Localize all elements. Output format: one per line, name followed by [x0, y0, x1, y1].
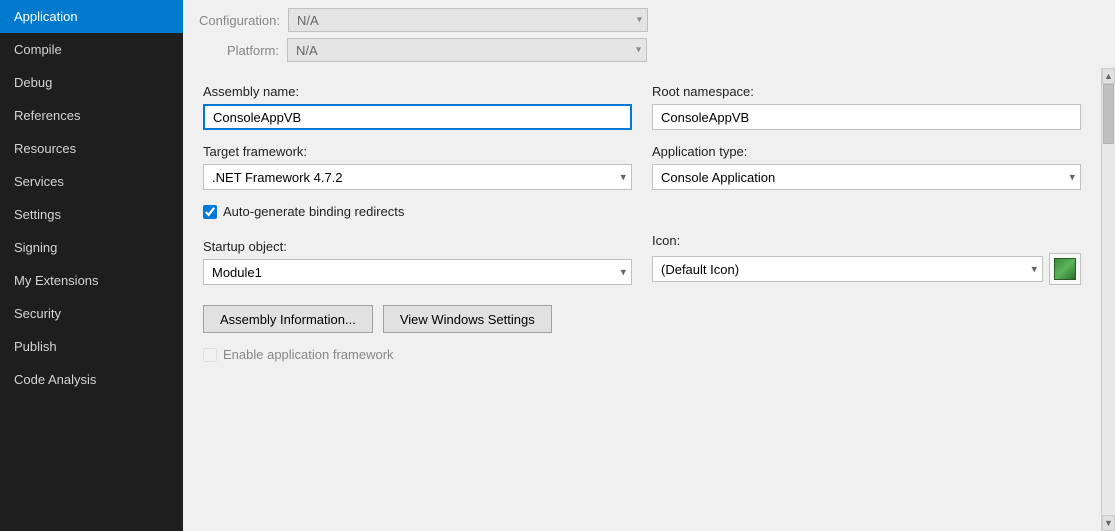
scrollbar-thumb[interactable]: [1103, 84, 1114, 144]
startup-object-select[interactable]: Module1: [203, 259, 632, 285]
auto-generate-checkbox[interactable]: [203, 205, 217, 219]
target-framework-select-wrap: .NET Framework 4.7.2: [203, 164, 632, 190]
application-type-group: Application type: Console Application: [652, 144, 1081, 190]
icon-select[interactable]: (Default Icon): [652, 256, 1043, 282]
enable-framework-checkbox[interactable]: [203, 348, 217, 362]
assembly-information-button[interactable]: Assembly Information...: [203, 305, 373, 333]
auto-generate-label: Auto-generate binding redirects: [223, 204, 404, 219]
icon-select-row: (Default Icon): [652, 253, 1081, 285]
sidebar: Application Compile Debug References Res…: [0, 0, 183, 531]
startup-object-group: Startup object: Module1: [203, 239, 632, 285]
sidebar-item-application[interactable]: Application: [0, 0, 183, 33]
platform-select-wrap: N/A: [287, 38, 647, 62]
sidebar-item-settings[interactable]: Settings: [0, 198, 183, 231]
configuration-select-wrap: N/A: [288, 8, 648, 32]
icon-preview[interactable]: [1049, 253, 1081, 285]
scrollbar-down-button[interactable]: ▼: [1102, 515, 1115, 531]
sidebar-item-signing[interactable]: Signing: [0, 231, 183, 264]
icon-label: Icon:: [652, 233, 1081, 248]
application-type-select[interactable]: Console Application: [652, 164, 1081, 190]
button-row: Assembly Information... View Windows Set…: [203, 305, 1081, 333]
root-namespace-label: Root namespace:: [652, 84, 1081, 99]
assembly-namespace-row: Assembly name: Root namespace:: [203, 84, 1081, 130]
application-type-label: Application type:: [652, 144, 1081, 159]
icon-inner-image: [1054, 258, 1076, 280]
root-namespace-input[interactable]: [652, 104, 1081, 130]
sidebar-item-resources[interactable]: Resources: [0, 132, 183, 165]
sidebar-item-my-extensions[interactable]: My Extensions: [0, 264, 183, 297]
configuration-select[interactable]: N/A: [288, 8, 648, 32]
target-framework-group: Target framework: .NET Framework 4.7.2: [203, 144, 632, 190]
platform-select[interactable]: N/A: [287, 38, 647, 62]
sidebar-item-security[interactable]: Security: [0, 297, 183, 330]
icon-select-wrap: (Default Icon): [652, 256, 1043, 282]
startup-object-label: Startup object:: [203, 239, 632, 254]
platform-label: Platform:: [199, 43, 279, 58]
sidebar-item-code-analysis[interactable]: Code Analysis: [0, 363, 183, 396]
sidebar-item-compile[interactable]: Compile: [0, 33, 183, 66]
configuration-row: Configuration: N/A: [199, 8, 1099, 32]
main-panel: Configuration: N/A Platform: N/A Assembl…: [183, 0, 1115, 531]
sidebar-item-services[interactable]: Services: [0, 165, 183, 198]
scrollbar-track[interactable]: [1102, 84, 1115, 515]
target-framework-label: Target framework:: [203, 144, 632, 159]
root-namespace-group: Root namespace:: [652, 84, 1081, 130]
sidebar-item-references[interactable]: References: [0, 99, 183, 132]
content-area: Assembly name: Root namespace: Target fr…: [183, 68, 1115, 531]
assembly-name-group: Assembly name:: [203, 84, 632, 130]
config-area: Configuration: N/A Platform: N/A: [183, 0, 1115, 68]
scrollbar[interactable]: ▲ ▼: [1101, 68, 1115, 531]
enable-framework-label: Enable application framework: [223, 347, 394, 362]
platform-row: Platform: N/A: [199, 38, 1099, 62]
framework-type-row: Target framework: .NET Framework 4.7.2 A…: [203, 144, 1081, 190]
icon-group: Icon: (Default Icon): [652, 233, 1081, 285]
target-framework-select[interactable]: .NET Framework 4.7.2: [203, 164, 632, 190]
auto-generate-row: Auto-generate binding redirects: [203, 204, 1081, 219]
configuration-label: Configuration:: [199, 13, 280, 28]
sidebar-item-debug[interactable]: Debug: [0, 66, 183, 99]
content-main: Assembly name: Root namespace: Target fr…: [183, 68, 1101, 531]
sidebar-item-publish[interactable]: Publish: [0, 330, 183, 363]
assembly-name-input[interactable]: [203, 104, 632, 130]
enable-framework-row: Enable application framework: [203, 347, 1081, 362]
assembly-name-label: Assembly name:: [203, 84, 632, 99]
startup-icon-row: Startup object: Module1 Icon: (Default I…: [203, 233, 1081, 285]
application-type-select-wrap: Console Application: [652, 164, 1081, 190]
startup-object-select-wrap: Module1: [203, 259, 632, 285]
view-windows-settings-button[interactable]: View Windows Settings: [383, 305, 552, 333]
scrollbar-up-button[interactable]: ▲: [1102, 68, 1115, 84]
